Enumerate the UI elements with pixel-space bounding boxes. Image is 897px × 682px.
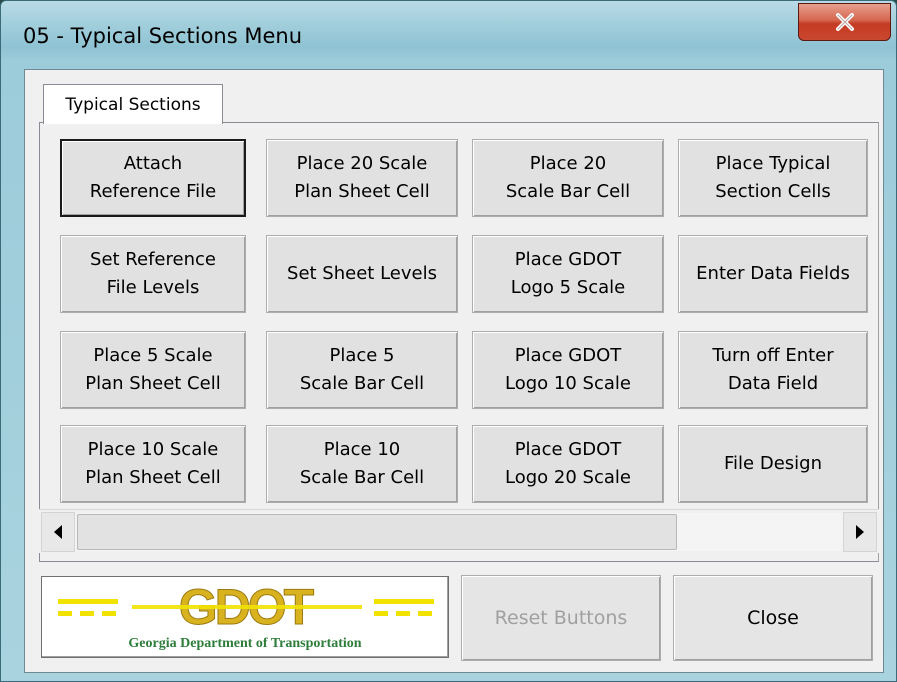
menu-button-8[interactable]: Enter Data Fields [678,235,868,313]
close-button[interactable]: Close [673,575,873,661]
dialog-window: 05 - Typical Sections Menu Typical Secti… [0,0,897,682]
tab-panel: Attach Reference File Place 20 Scale Plan… [39,122,879,562]
horizontal-scrollbar[interactable] [39,509,879,553]
gdot-logo: GDOT Georgia Department of Transportatio… [41,576,449,658]
tab-typical-sections[interactable]: Typical Sections [43,84,223,124]
menu-button-3[interactable]: Place 20 Scale Bar Cell [472,139,664,217]
menu-button-6[interactable]: Set Sheet Levels [266,235,458,313]
menu-button-7[interactable]: Place GDOT Logo 5 Scale [472,235,664,313]
menu-button-15[interactable]: Place GDOT Logo 20 Scale [472,425,664,503]
menu-button-4[interactable]: Place Typical Section Cells [678,139,868,217]
scroll-left-icon [54,525,62,539]
menu-button-11[interactable]: Place GDOT Logo 10 Scale [472,331,664,409]
menu-button-16[interactable]: File Design [678,425,868,503]
client-area: Typical Sections Attach Reference File Pl… [24,69,884,673]
menu-button-2[interactable]: Place 20 Scale Plan Sheet Cell [266,139,458,217]
scroll-right-button[interactable] [843,512,877,552]
scroll-right-icon [856,525,864,539]
close-icon [835,13,854,31]
menu-button-9[interactable]: Place 5 Scale Plan Sheet Cell [60,331,246,409]
scroll-thumb[interactable] [77,514,677,550]
menu-button-5[interactable]: Set Reference File Levels [60,235,246,313]
menu-button-1[interactable]: Attach Reference File [60,139,246,217]
menu-button-10[interactable]: Place 5 Scale Bar Cell [266,331,458,409]
gdot-logo-image: GDOT Georgia Department of Transportatio… [58,579,434,651]
title-bar[interactable]: 05 - Typical Sections Menu [1,1,897,69]
menu-button-12[interactable]: Turn off Enter Data Field [678,331,868,409]
window-close-button[interactable] [798,3,891,41]
menu-button-13[interactable]: Place 10 Scale Plan Sheet Cell [60,425,246,503]
menu-button-14[interactable]: Place 10 Scale Bar Cell [266,425,458,503]
logo-caption: Georgia Department of Transportation [128,636,361,651]
scroll-left-button[interactable] [41,512,75,552]
window-title: 05 - Typical Sections Menu [23,24,303,48]
reset-buttons-button[interactable]: Reset Buttons [461,575,661,661]
